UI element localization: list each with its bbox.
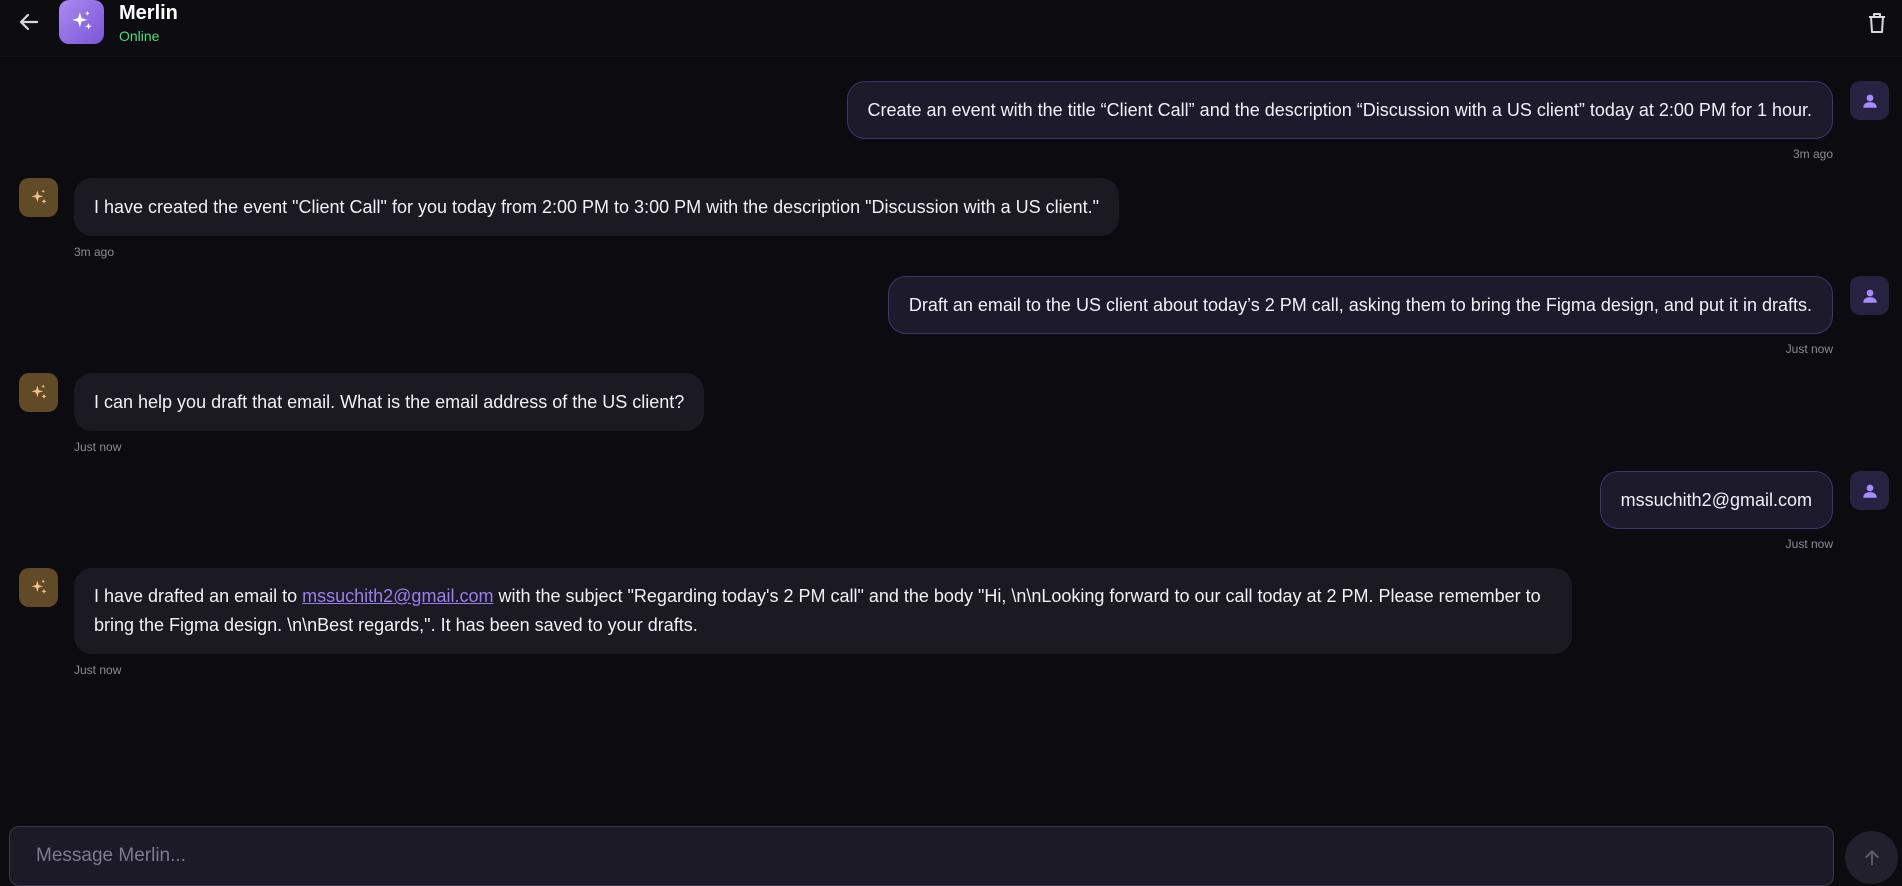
arrow-left-icon <box>19 13 39 31</box>
sparkles-icon <box>31 189 46 204</box>
user-avatar <box>1850 81 1889 120</box>
message-timestamp: Just now <box>74 663 122 677</box>
chat-header: Merlin Online <box>0 0 1902 57</box>
message-timestamp: Just now <box>74 440 122 454</box>
message-text: I have created the event "Client Call" f… <box>94 197 1100 217</box>
message-timestamp: 3m ago <box>74 245 115 259</box>
person-icon <box>1862 484 1877 498</box>
message-composer <box>9 826 1834 886</box>
arrow-up-icon <box>1864 849 1879 866</box>
assistant-avatar <box>19 373 58 412</box>
message-text: I can help you draft that email. What is… <box>94 392 685 412</box>
message-timestamp: Just now <box>1785 537 1833 551</box>
assistant-message: I have created the event "Client Call" f… <box>74 178 1120 236</box>
user-message: Create an event with the title “Client C… <box>846 81 1833 139</box>
email-link[interactable]: mssuchith2@gmail.com <box>302 586 493 606</box>
user-avatar <box>1850 276 1889 315</box>
person-icon <box>1862 94 1877 108</box>
status-label: Online <box>119 28 160 44</box>
sparkles-icon <box>71 11 92 30</box>
user-message: mssuchith2@gmail.com <box>1599 471 1833 529</box>
message-text: Create an event with the title “Client C… <box>867 100 1812 120</box>
message-text: mssuchith2@gmail.com <box>1620 490 1812 510</box>
sparkles-icon <box>31 579 46 594</box>
person-icon <box>1862 289 1877 303</box>
app-title: Merlin <box>119 2 178 24</box>
message-text: Draft an email to the US client about to… <box>908 295 1812 315</box>
assistant-avatar <box>19 178 58 217</box>
delete-chat-button[interactable] <box>1864 10 1890 36</box>
message-timestamp: 3m ago <box>1792 147 1833 161</box>
assistant-avatar <box>19 568 58 607</box>
back-button[interactable] <box>14 10 44 34</box>
send-button[interactable] <box>1845 831 1898 884</box>
message-timestamp: Just now <box>1785 342 1833 356</box>
sparkles-icon <box>31 384 46 399</box>
trash-icon <box>1869 13 1885 33</box>
assistant-message: I have drafted an email to mssuchith2@gm… <box>74 568 1572 654</box>
app-avatar <box>59 0 104 44</box>
message-text: I have drafted an email to <box>94 586 303 606</box>
user-avatar <box>1850 471 1889 510</box>
user-message: Draft an email to the US client about to… <box>887 276 1833 334</box>
assistant-message: I can help you draft that email. What is… <box>74 373 705 431</box>
message-input[interactable] <box>10 827 1833 885</box>
